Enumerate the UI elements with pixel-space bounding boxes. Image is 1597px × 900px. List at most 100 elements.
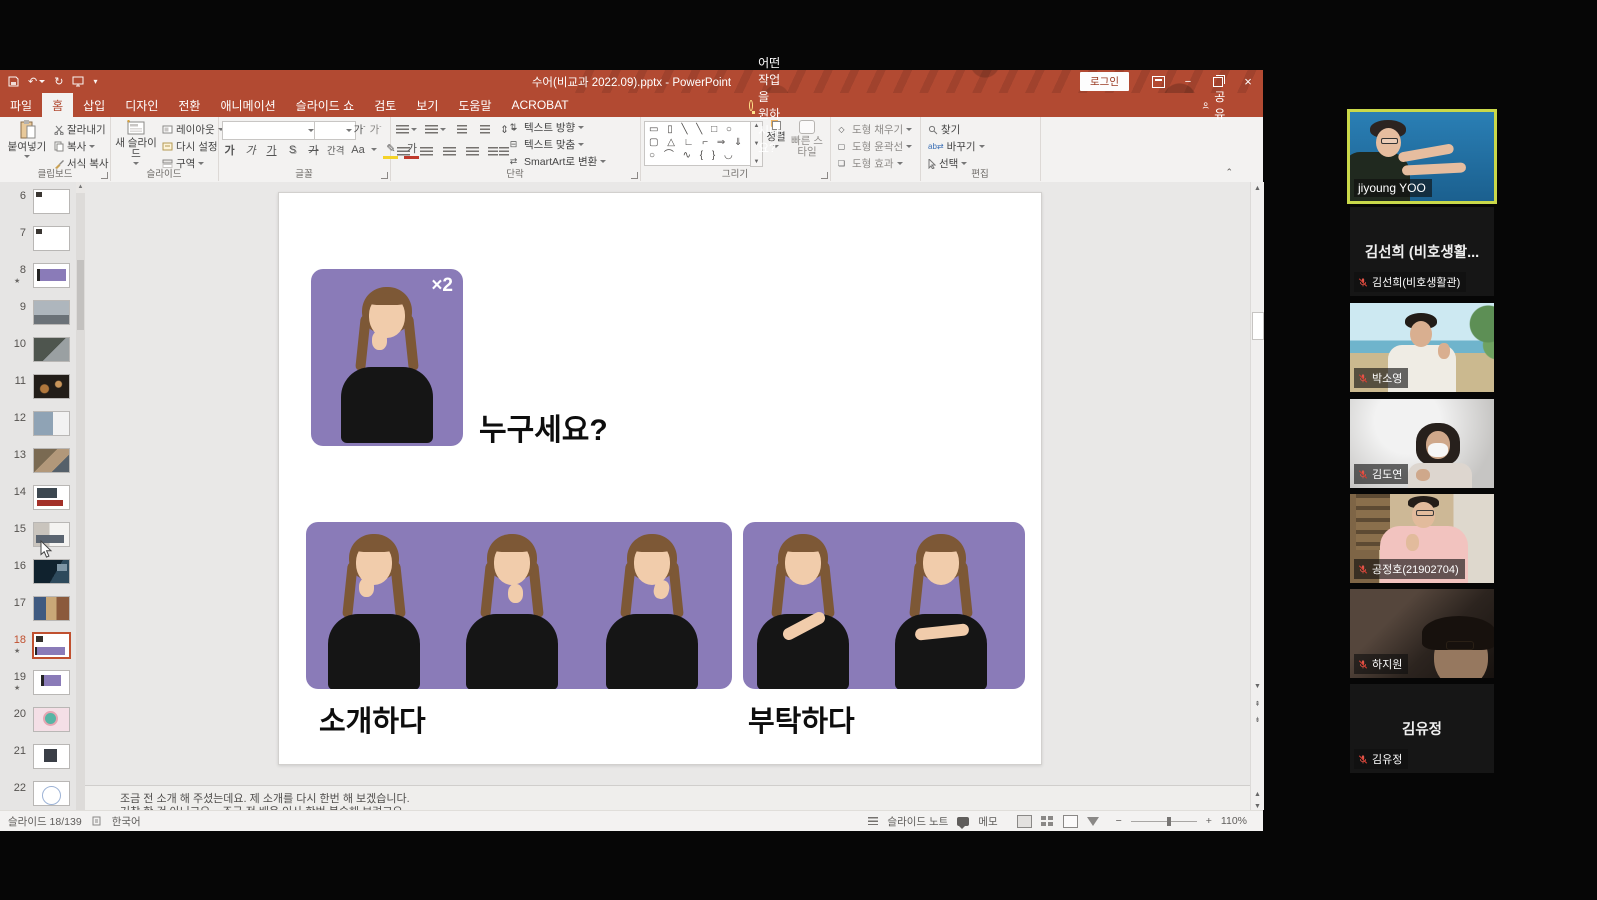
character-spacing-button[interactable]: 간격 — [327, 142, 344, 157]
strikethrough-button[interactable]: 가 — [306, 142, 321, 157]
font-size-combo[interactable] — [314, 121, 356, 140]
slide-thumbnail-row[interactable]: 9 ★ — [0, 297, 85, 334]
slide-thumbnail[interactable] — [33, 781, 70, 806]
slide-sorter-view-button[interactable] — [1041, 816, 1054, 827]
justify-button[interactable] — [465, 144, 480, 159]
ribbon-tab[interactable]: 파일 — [0, 93, 42, 117]
align-right-button[interactable] — [442, 144, 457, 159]
canvas-scrollbar[interactable]: ▲ ▼ ⇞ ⇟ ▲ ▼ — [1250, 182, 1264, 810]
zoom-slider-thumb[interactable] — [1167, 817, 1171, 826]
decrease-indent-button[interactable] — [454, 122, 469, 137]
participant-novideo-kimyujeong[interactable]: 김유정 김유정 — [1350, 684, 1494, 773]
ribbon-tab[interactable]: 검토 — [364, 93, 406, 117]
paragraph-dialog-launcher[interactable] — [631, 172, 638, 179]
zoom-in-button[interactable]: + — [1206, 815, 1212, 827]
slide-thumbnail[interactable] — [33, 707, 70, 732]
spellcheck-icon[interactable] — [92, 816, 102, 826]
slide-thumbnail[interactable] — [33, 337, 70, 362]
shapes-row[interactable]: ○ ⌒ ∿ { } ◡ — [649, 149, 753, 162]
tell-me-search[interactable]: 어떤 작업을 원하시나요? — [739, 93, 793, 117]
ribbon-tab[interactable]: 도움말 — [448, 93, 501, 117]
text-direction-button[interactable]: ⇅텍스트 방향 — [506, 119, 584, 136]
scroll-down-icon[interactable]: ▼ — [1251, 680, 1264, 693]
change-case-button[interactable]: Aa — [350, 142, 365, 157]
slide-thumbnail-row[interactable]: 16 ★ — [0, 556, 85, 593]
slide-thumbnail-row[interactable]: 8 ★ — [0, 260, 85, 297]
ribbon-tab[interactable]: 보기 — [406, 93, 448, 117]
slide-thumbnail[interactable] — [33, 448, 70, 473]
ribbon-tab[interactable]: 삽입 — [73, 93, 115, 117]
ribbon-tab[interactable]: 애니메이션 — [210, 93, 285, 117]
login-button[interactable]: 로그인 — [1080, 72, 1129, 91]
layout-button[interactable]: 레이아웃 — [162, 121, 224, 138]
clipboard-dialog-launcher[interactable] — [101, 172, 108, 179]
slide-thumbnail-row[interactable]: 18 ★ — [0, 630, 85, 667]
grow-font-button[interactable]: 가ˆ — [352, 122, 367, 137]
share-button[interactable]: 공유 — [1188, 93, 1243, 117]
notes-toggle[interactable]: 슬라이드 노트 — [887, 814, 948, 829]
slide-thumbnail-row[interactable]: 17 ★ — [0, 593, 85, 630]
ribbon-tab[interactable]: ACROBAT — [502, 93, 579, 117]
copy-button[interactable]: 복사 — [54, 138, 95, 155]
slide-thumbnail-row[interactable]: 22 ★ — [0, 778, 85, 810]
slide-thumbnail-row[interactable]: 11 ★ — [0, 371, 85, 408]
ribbon-tab[interactable]: 홈 — [42, 93, 73, 117]
slideshow-view-button[interactable] — [1087, 817, 1099, 826]
cut-button[interactable]: 잘라내기 — [54, 121, 106, 138]
slide-thumbnail[interactable] — [33, 374, 70, 399]
ribbon-display-options-icon[interactable] — [1143, 70, 1173, 93]
slide-thumbnail[interactable] — [33, 596, 70, 621]
drawing-dialog-launcher[interactable] — [821, 172, 828, 179]
notes-pane[interactable]: 조금 전 소개 해 주셨는데요. 제 소개를 다시 한번 해 보겠습니다. 거창… — [85, 785, 1250, 811]
zoom-out-button[interactable]: − — [1116, 815, 1122, 827]
align-center-button[interactable] — [419, 144, 434, 159]
slide-thumbnail[interactable] — [33, 263, 70, 288]
zoom-level[interactable]: 110% — [1221, 815, 1247, 827]
slide-thumbnail[interactable] — [33, 485, 70, 510]
next-slide-button[interactable]: ⇟ — [1251, 714, 1264, 727]
sign-image-introduce[interactable] — [306, 522, 732, 689]
numbering-button[interactable] — [425, 122, 446, 137]
participant-video-jiyoung[interactable]: jiyoung YOO — [1350, 112, 1494, 201]
quick-styles-button[interactable]: 빠른 스타일 — [790, 120, 824, 158]
scroll-up-icon[interactable]: ▲ — [1251, 182, 1264, 195]
new-slide-button[interactable]: 새 슬라이드 — [112, 120, 160, 165]
slide-18[interactable]: ×2 누구세요? 소개하다 부탁하다 — [278, 192, 1042, 765]
comments-toggle[interactable]: 메모 — [978, 814, 997, 829]
sign-image-request[interactable] — [743, 522, 1025, 689]
collapse-ribbon-icon[interactable]: ⌃ — [1225, 167, 1233, 178]
participant-novideo-kimsunhee[interactable]: 김선희 (비호생활... 김선희(비호생활관) — [1350, 207, 1494, 296]
shadow-button[interactable]: S — [285, 142, 300, 157]
close-button[interactable]: × — [1233, 70, 1263, 93]
minimize-button[interactable]: − — [1173, 70, 1203, 93]
slide-thumbnail-row[interactable]: 21 ★ — [0, 741, 85, 778]
language-indicator[interactable]: 한국어 — [112, 814, 141, 829]
normal-view-button[interactable] — [1017, 815, 1032, 828]
italic-button[interactable]: 가 — [243, 142, 258, 157]
zoom-slider[interactable] — [1131, 821, 1197, 822]
slide-thumbnail[interactable] — [33, 744, 70, 769]
shape-effects-button[interactable]: ❏도형 효과 — [834, 155, 903, 172]
participant-video-kimdoyeon[interactable]: 김도연 — [1350, 399, 1494, 488]
slide-thumbnail[interactable] — [33, 226, 70, 251]
align-left-button[interactable] — [396, 144, 411, 159]
shape-fill-button[interactable]: ◇도형 채우기 — [834, 121, 912, 138]
text-align-button[interactable]: ⊟텍스트 맞춤 — [506, 136, 584, 153]
reading-view-button[interactable] — [1063, 815, 1078, 828]
shapes-gallery[interactable]: ▭ ▯ ╲ ╲ □ ○ ▢ △ ∟ ⌐ ⇒ ⇓ ○ ⌒ ∿ { } ◡ — [644, 121, 754, 166]
slide-thumbnail-row[interactable]: 7 ★ — [0, 223, 85, 260]
slide-thumbnail-row[interactable]: 20 ★ — [0, 704, 85, 741]
paste-button[interactable]: 붙여넣기 — [2, 120, 52, 158]
shapes-row[interactable]: ▢ △ ∟ ⌐ ⇒ ⇓ — [649, 136, 753, 149]
participant-video-parksoyoung[interactable]: 박소영 — [1350, 303, 1494, 392]
previous-slide-button[interactable]: ⇞ — [1251, 698, 1264, 711]
bullets-button[interactable] — [396, 122, 417, 137]
slide-thumbnail-row[interactable]: 13 ★ — [0, 445, 85, 482]
scrollbar-thumb[interactable] — [1252, 312, 1264, 340]
replace-button[interactable]: ab⇄바꾸기 — [928, 138, 985, 155]
slide-thumbnail[interactable] — [33, 411, 70, 436]
ribbon-tab[interactable]: 전환 — [168, 93, 210, 117]
participant-video-hajiwon[interactable]: 하지원 — [1350, 589, 1494, 678]
participant-video-gongjeongho[interactable]: 공정호(21902704) — [1350, 494, 1494, 583]
slide-thumbnail[interactable] — [33, 559, 70, 584]
